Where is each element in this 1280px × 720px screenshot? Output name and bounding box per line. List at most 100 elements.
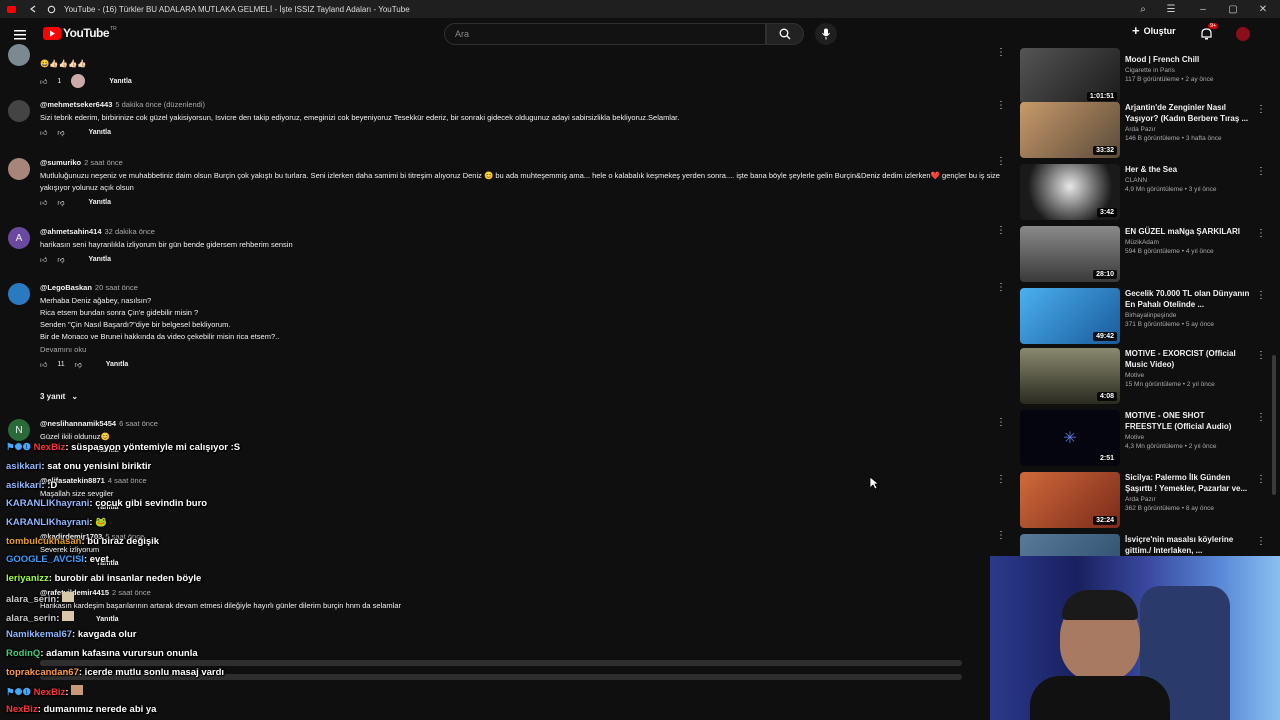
reply-button[interactable]: Yanıtla [88, 256, 111, 263]
video-menu-icon[interactable]: ⋮ [1256, 290, 1266, 301]
comment-time[interactable]: 32 dakika önce [105, 227, 155, 236]
related-video[interactable]: 33:32 Arjantin'de Zenginler Nasıl Yaşıyo… [1020, 102, 1270, 158]
video-title[interactable]: Sicilya: Palermo İlk Günden Şaşırttı ! Y… [1125, 472, 1253, 494]
comment-author[interactable]: @mehmetseker6443 [40, 100, 112, 109]
search-input[interactable]: Ara [444, 23, 766, 45]
comment-author[interactable]: @LegoBaskan [40, 283, 92, 292]
video-thumbnail[interactable] [1020, 534, 1120, 556]
video-channel[interactable]: MüzikAdam [1125, 239, 1253, 246]
video-channel[interactable]: Cigarette in Paris [1125, 67, 1253, 74]
video-duration: 3:42 [1096, 208, 1117, 217]
comment-author[interactable]: @neslihannamik5454 [40, 419, 116, 428]
related-video[interactable]: İsviçre'nin masalsı köylerine gittim./ I… [1020, 534, 1270, 556]
video-thumbnail[interactable]: 3:42 [1020, 164, 1120, 220]
comment-time[interactable]: 6 saat önce [119, 419, 158, 428]
comment-author[interactable]: @ahmetsahin414 [40, 227, 102, 236]
like-icon[interactable]: 👍︎ [40, 198, 47, 207]
video-title[interactable]: Gecelik 70.000 TL olan Dünyanın En Pahal… [1125, 288, 1253, 310]
reload-icon[interactable] [46, 4, 56, 14]
replies-toggle[interactable]: 3 yanıt ⌄ [40, 392, 78, 401]
dislike-icon[interactable]: 👎︎ [75, 360, 82, 369]
search-button[interactable] [766, 23, 804, 45]
comment-menu-icon[interactable]: ⋮ [996, 283, 1006, 293]
video-thumbnail[interactable]: 4:08 [1020, 348, 1120, 404]
comment-time[interactable]: 5 dakika önce (düzenlendi) [115, 100, 205, 109]
chat-text: : dumanımız nerede abi ya [37, 704, 157, 715]
comment-time[interactable]: 2 saat önce [84, 158, 123, 167]
video-title[interactable]: MOTIVE - EXORCIST (Official Music Video) [1125, 348, 1253, 370]
dislike-icon[interactable]: 👎︎ [57, 198, 64, 207]
video-menu-icon[interactable]: ⋮ [1256, 350, 1266, 361]
video-menu-icon[interactable]: ⋮ [1256, 104, 1266, 115]
like-icon[interactable]: 👍︎ [40, 77, 47, 86]
comment-menu-icon[interactable]: ⋮ [996, 418, 1006, 428]
video-thumbnail[interactable]: 33:32 [1020, 102, 1120, 158]
video-channel[interactable]: Arda Pazır [1125, 496, 1253, 503]
minimize-button[interactable]: – [1188, 0, 1218, 18]
comment-time[interactable]: 4 saat önce [108, 476, 147, 485]
video-title[interactable]: Mood | French Chill [1125, 54, 1253, 65]
maximize-button[interactable]: ▢ [1218, 0, 1248, 18]
video-thumbnail[interactable]: 28:10 [1020, 226, 1120, 282]
related-video[interactable]: 3:42 Her & the Sea CLANN 4,9 Mn görüntülem… [1020, 164, 1270, 220]
like-icon[interactable]: 👍︎ [40, 360, 47, 369]
related-video[interactable]: 32:24 Sicilya: Palermo İlk Günden Şaşırt… [1020, 472, 1270, 528]
video-thumbnail[interactable]: ✳ 2:51 [1020, 410, 1120, 466]
comment-time[interactable]: 2 saat önce [112, 588, 151, 597]
video-thumbnail[interactable]: 49:42 [1020, 288, 1120, 344]
video-menu-icon[interactable]: ⋮ [1256, 412, 1266, 423]
youtube-logo[interactable]: YouTube TR [43, 26, 117, 40]
video-channel[interactable]: Arda Pazır [1125, 126, 1253, 133]
video-title[interactable]: Her & the Sea [1125, 164, 1253, 175]
related-video[interactable]: 4:08 MOTIVE - EXORCIST (Official Music V… [1020, 348, 1270, 404]
video-menu-icon[interactable]: ⋮ [1256, 474, 1266, 485]
create-button[interactable]: + Oluştur [1132, 24, 1176, 37]
video-menu-icon[interactable]: ⋮ [1256, 536, 1266, 547]
reply-button[interactable]: Yanıtla [88, 199, 111, 206]
video-title[interactable]: İsviçre'nin masalsı köylerine gittim./ I… [1125, 534, 1253, 556]
video-thumbnail[interactable]: 1:01:51 [1020, 48, 1120, 104]
close-button[interactable]: ✕ [1248, 0, 1278, 18]
video-channel[interactable]: Motive [1125, 434, 1253, 441]
related-video[interactable]: 49:42 Gecelik 70.000 TL olan Dünyanın En… [1020, 288, 1270, 344]
reply-button[interactable]: Yanıtla [96, 616, 119, 623]
video-channel[interactable]: Motive [1125, 372, 1253, 379]
comment-menu-icon[interactable]: ⋮ [996, 531, 1006, 541]
related-video[interactable]: 28:10 EN GÜZEL maNga ŞARKILARI MüzikAdam 5… [1020, 226, 1270, 282]
read-more-link[interactable]: Devamını oku [40, 344, 1000, 356]
reply-button[interactable]: Yanıtla [109, 78, 132, 85]
comment-menu-icon[interactable]: ⋮ [996, 48, 1006, 58]
comment-menu-icon[interactable]: ⋮ [996, 157, 1006, 167]
comment-menu-icon[interactable]: ⋮ [996, 475, 1006, 485]
reply-button[interactable]: Yanıtla [88, 129, 111, 136]
voice-search-button[interactable] [815, 23, 837, 45]
chat-message: leriyanizz: burobir abi insanlar neden b… [6, 573, 201, 584]
page-scrollbar[interactable] [1272, 355, 1276, 495]
video-menu-icon[interactable]: ⋮ [1256, 166, 1266, 177]
notifications-button[interactable]: 9+ [1200, 23, 1219, 46]
search-icon[interactable]: ⌕ [1128, 0, 1158, 18]
menu-icon[interactable]: ☰ [1156, 0, 1186, 18]
video-title[interactable]: MOTIVE - ONE SHOT FREESTYLE (Official Au… [1125, 410, 1253, 432]
comment-item: @sumuriko 2 saat önce Mutluluğunuzu neşen… [8, 158, 1008, 218]
reply-button[interactable]: Yanıtla [106, 361, 129, 368]
video-thumbnail[interactable]: 32:24 [1020, 472, 1120, 528]
account-avatar[interactable] [1236, 27, 1250, 41]
video-title[interactable]: EN GÜZEL maNga ŞARKILARI [1125, 226, 1253, 237]
comment-menu-icon[interactable]: ⋮ [996, 101, 1006, 111]
comment-author[interactable]: @sumuriko [40, 158, 81, 167]
related-video[interactable]: 1:01:51 Mood | French Chill Cigarette in … [1020, 48, 1270, 104]
comment-time[interactable]: 20 saat önce [95, 283, 138, 292]
like-icon[interactable]: 👍︎ [40, 128, 47, 137]
video-menu-icon[interactable]: ⋮ [1256, 228, 1266, 239]
video-channel[interactable]: CLANN [1125, 177, 1253, 184]
related-video[interactable]: ✳ 2:51 MOTIVE - ONE SHOT FREESTYLE (Offic… [1020, 410, 1270, 466]
back-icon[interactable] [28, 4, 38, 14]
dislike-icon[interactable]: 👎︎ [57, 255, 64, 264]
video-title[interactable]: Arjantin'de Zenginler Nasıl Yaşıyor? (Ka… [1125, 102, 1253, 124]
like-icon[interactable]: 👍︎ [40, 255, 47, 264]
comment-menu-icon[interactable]: ⋮ [996, 226, 1006, 236]
dislike-icon[interactable]: 👎︎ [57, 128, 64, 137]
comment-text: harikasın seni hayranlıkla izliyorum bir… [40, 240, 293, 249]
video-channel[interactable]: Birhayalinpeşinde [1125, 312, 1253, 319]
